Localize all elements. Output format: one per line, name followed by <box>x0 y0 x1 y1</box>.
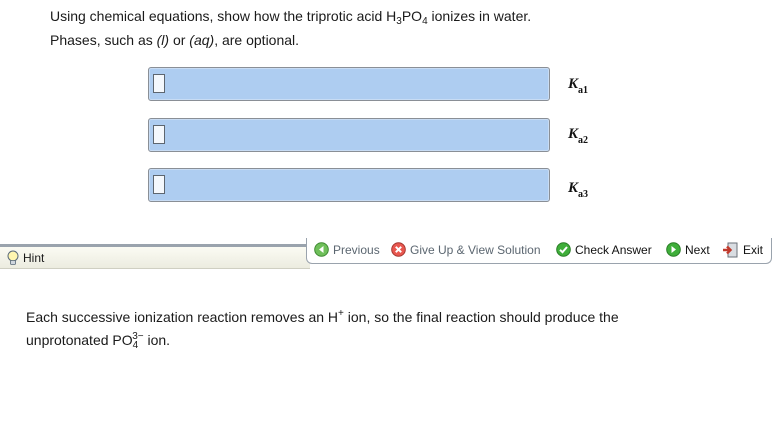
k-symbol: K <box>568 76 579 92</box>
question-line-1: Using chemical equations, show how the t… <box>50 7 531 31</box>
input-cursor-box[interactable] <box>153 125 165 144</box>
give-up-label: Give Up & View Solution <box>410 242 541 257</box>
question-text: Using chemical equations, show how the t… <box>50 7 531 49</box>
input-cursor-box[interactable] <box>153 74 165 93</box>
previous-arrow-icon <box>314 242 329 257</box>
feedback-line-2: unprotonated PO43− ion. <box>26 327 726 355</box>
next-button[interactable]: Next <box>666 242 710 257</box>
equation-input-ka1[interactable] <box>148 67 550 101</box>
feedback-text-part: ion. <box>143 332 171 348</box>
give-up-button[interactable]: Give Up & View Solution <box>391 242 541 257</box>
question-text-part: PO <box>401 8 423 24</box>
feedback-text-part: unprotonated PO <box>26 332 133 348</box>
question-text-part: or <box>169 32 190 48</box>
k-subscript: a3 <box>578 189 589 200</box>
question-text-part: ionizes in water. <box>427 8 532 24</box>
previous-label: Previous <box>333 242 380 257</box>
k-symbol: K <box>568 126 579 142</box>
ka3-label: Ka3 <box>568 180 588 200</box>
next-arrow-icon <box>666 242 681 257</box>
lightbulb-icon <box>7 250 19 265</box>
hint-strip <box>0 247 310 269</box>
question-text-part: Using chemical equations, show how the t… <box>50 8 397 24</box>
exit-label: Exit <box>743 243 764 257</box>
question-text-part: Phases, such as <box>50 32 157 48</box>
question-line-2: Phases, such as (l) or (aq), are optiona… <box>50 31 531 49</box>
exit-door-icon <box>723 242 738 258</box>
hint-label: Hint <box>23 251 45 265</box>
feedback-line-1: Each successive ionization reaction remo… <box>26 304 726 327</box>
check-answer-button[interactable]: Check Answer <box>556 242 652 257</box>
superscript: 3− <box>132 331 144 342</box>
equation-input-ka2[interactable] <box>148 118 550 152</box>
previous-button[interactable]: Previous <box>314 242 380 257</box>
phase-aqueous: (aq) <box>189 32 215 48</box>
input-cursor-box[interactable] <box>153 175 165 194</box>
feedback-message: Each successive ionization reaction remo… <box>26 304 726 355</box>
equation-input-ka3[interactable] <box>148 168 550 202</box>
feedback-text-part: Each successive ionization reaction remo… <box>26 309 339 325</box>
k-subscript: a1 <box>578 85 589 96</box>
feedback-text-part: ion, so the final reaction should produc… <box>343 309 619 325</box>
hint-button[interactable]: Hint <box>6 250 44 266</box>
check-answer-label: Check Answer <box>575 242 652 257</box>
k-subscript: a2 <box>578 135 589 146</box>
question-text-part: , are optional. <box>214 32 300 48</box>
exit-button[interactable]: Exit <box>722 242 763 258</box>
k-symbol: K <box>568 180 579 196</box>
close-circle-icon <box>391 242 406 257</box>
next-label: Next <box>685 242 710 257</box>
phase-liquid: (l) <box>156 32 170 48</box>
ka2-label: Ka2 <box>568 126 588 146</box>
checkmark-icon <box>556 242 571 257</box>
ka1-label: Ka1 <box>568 76 588 96</box>
